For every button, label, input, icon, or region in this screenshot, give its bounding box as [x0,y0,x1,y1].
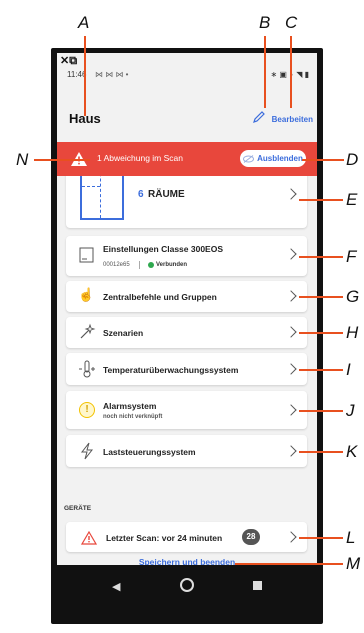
leader-line-m [235,563,343,565]
leader-line-a [84,36,86,116]
page-header: Haus Bearbeiten [57,83,317,129]
devices-section-label: GERÄTE [64,505,92,512]
edit-button[interactable]: Bearbeiten [252,105,313,124]
android-nav-bar: ◀ [57,565,317,617]
home-icon[interactable] [180,578,194,592]
list-item-label: Laststeuerungssystem [103,447,196,457]
list-item-scenarios[interactable]: Szenarien [66,317,307,348]
close-window-icon[interactable]: ✕⧉ [60,54,77,68]
list-item-label: Temperaturüberwachungssystem [103,365,239,375]
leader-line-f [299,256,343,258]
gateway-icon [79,247,94,263]
callout-b: B [259,13,271,32]
alarm-status: noch nicht verknüpft [103,414,163,420]
connection-status: Verbunden [156,262,188,268]
leader-line-g [299,296,343,298]
recents-icon[interactable] [253,581,262,590]
leader-line-i [299,369,343,371]
leader-line-n [34,159,90,161]
leader-line-b [264,36,266,108]
callout-g: G [346,287,360,306]
separator [139,261,140,269]
chevron-right-icon [285,445,297,457]
chevron-right-icon [285,363,297,375]
callout-e: E [346,190,358,209]
scan-deviation-banner: 1 Abweichung im Scan Ausblenden [57,142,317,176]
callout-k: K [346,442,358,461]
hide-banner-label: Ausblenden [257,154,303,163]
chevron-right-icon [285,248,297,260]
last-scan-label: Letzter Scan: vor 24 minuten [106,533,223,543]
chevron-right-icon [285,326,297,338]
list-item-label: Zentralbefehle und Gruppen [103,292,217,302]
callout-a: A [78,13,90,32]
callout-c: C [285,13,298,32]
callout-i: I [346,360,351,379]
warning-icon [81,531,97,545]
rooms-count: 6 [138,189,144,200]
callout-f: F [346,247,357,266]
rooms-label: RÄUME [148,189,185,200]
thermometer-icon [79,360,95,378]
pencil-icon [252,111,265,123]
alarm-warning-icon: ! [79,402,95,418]
callout-j: J [346,401,355,420]
leader-line-j [299,410,343,412]
hand-icon: ☝ [78,287,95,302]
callout-m: M [346,554,361,573]
list-item-alarm[interactable]: ! Alarmsystem noch nicht verknüpft [66,391,307,429]
leader-line-l [299,537,343,539]
leader-line-e [299,199,343,201]
leader-line-c [290,36,292,108]
leader-line-h [299,332,343,334]
chevron-right-icon [285,404,297,416]
chevron-right-icon [285,531,297,543]
back-icon[interactable]: ◀ [112,580,120,593]
leader-line-k [299,451,343,453]
status-bar: ✕⧉ 11:46 ⋈ ⋈ ⋈ • ∗ ▣ ◗ ◥ ▮ [57,53,317,83]
chevron-right-icon [285,290,297,302]
list-item-temperature[interactable]: Temperaturüberwachungssystem [66,353,307,385]
callout-n: N [16,150,29,169]
list-item-central-commands[interactable]: ☝ Zentralbefehle und Gruppen [66,281,307,312]
banner-text: 1 Abweichung im Scan [97,153,183,163]
leader-line-d [302,159,344,161]
device-id: 00012e65 [103,262,130,268]
callout-l: L [346,528,356,547]
list-item-label: Einstellungen Classe 300EOS [103,244,223,254]
notification-icons: ⋈ ⋈ ⋈ • [95,70,129,79]
magic-wand-icon [80,323,96,339]
connected-status-dot [148,262,154,268]
hide-banner-button[interactable]: Ausblenden [240,150,306,167]
last-scan-item[interactable]: Letzter Scan: vor 24 minuten 28 [66,522,307,552]
callout-h: H [346,323,359,342]
list-item-label: Szenarien [103,328,144,338]
lightning-icon [80,442,94,460]
eye-off-icon [243,154,255,163]
list-item-settings[interactable]: Einstellungen Classe 300EOS 00012e65 Ver… [66,236,307,276]
callout-d: D [346,150,359,169]
list-item-label: Alarmsystem [103,401,157,411]
chevron-right-icon [285,188,297,200]
device-count-badge: 28 [242,529,260,545]
edit-label: Bearbeiten [271,115,313,124]
list-item-load-control[interactable]: Laststeuerungssystem [66,435,307,467]
